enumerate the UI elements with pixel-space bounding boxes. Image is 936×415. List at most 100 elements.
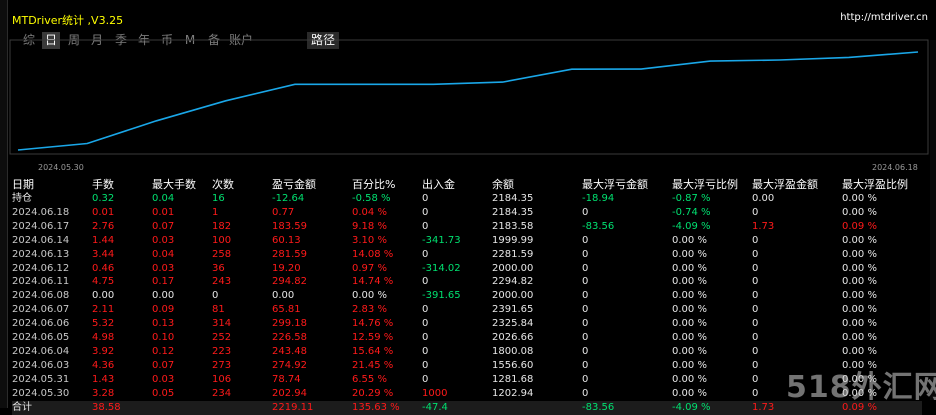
table-cell: 2024.06.12 (12, 262, 70, 274)
left-dock-strip (0, 0, 8, 408)
table-cell: -0.58 % (352, 193, 391, 204)
table-row[interactable]: 2024.06.14 1.44 0.03 100 60.13 3.10 % -341.73 1… (12, 234, 922, 248)
table-cell: 0.09 (152, 304, 175, 316)
table-cell: 1281.68 (492, 373, 534, 385)
column-header[interactable]: 次数 (212, 178, 272, 192)
table-cell: 0.00 % (672, 290, 707, 302)
table-cell: 0.00 (272, 290, 295, 302)
column-header[interactable]: 日期 (12, 178, 92, 192)
table-cell: 0.00 % (672, 345, 707, 357)
table-cell: 0.00 % (672, 318, 707, 330)
position-row[interactable]: 持仓 0.32 0.04 16 -12.64 -0.58 % 0 2184.35 -18.94 -… (12, 192, 922, 206)
table-cell: 0.77 (272, 206, 295, 218)
table-cell: 0.07 (152, 359, 175, 371)
table-cell: 2183.58 (492, 220, 534, 232)
table-cell: 81 (212, 304, 225, 316)
table-cell: 0.00 (752, 193, 775, 204)
table-row[interactable]: 2024.06.12 0.46 0.03 36 19.20 0.97 % -314.02 20… (12, 262, 922, 276)
table-cell: 0 (582, 332, 589, 344)
table-row[interactable]: 2024.06.11 4.75 0.17 243 294.82 14.74 % 0 2294.… (12, 275, 922, 289)
table-cell: 0.17 (152, 276, 175, 288)
column-header[interactable]: 盈亏金额 (272, 178, 352, 192)
table-cell: 78.74 (272, 373, 301, 385)
table-row[interactable]: 2024.06.04 3.92 0.12 223 243.48 15.64 % 0 1800.… (12, 345, 922, 359)
table-cell: 0.46 (92, 262, 115, 274)
column-header[interactable]: 最大浮亏金额 (582, 178, 672, 192)
table-cell: 1556.60 (492, 359, 534, 371)
column-header[interactable]: 出入金 (422, 178, 492, 192)
balance-line-chart (9, 39, 929, 155)
column-header[interactable]: 百分比% (352, 178, 422, 192)
table-row[interactable]: 2024.06.08 0.00 0.00 0 0.00 0.00 % -391.65 2000… (12, 289, 922, 303)
table-cell: 0 (582, 359, 589, 371)
column-header[interactable]: 余额 (492, 178, 582, 192)
table-cell: 106 (212, 373, 232, 385)
table-cell: 9.18 % (352, 220, 387, 232)
table-cell: 0.00 (152, 290, 175, 302)
table-cell: 0 (582, 387, 589, 399)
table-cell: 0 (422, 206, 429, 218)
table-cell: -83.56 (582, 220, 615, 232)
table-cell: 4.75 (92, 276, 115, 288)
table-cell: 281.59 (272, 248, 307, 260)
column-header[interactable]: 最大浮盈金额 (752, 178, 842, 192)
table-row[interactable]: 2024.06.06 5.32 0.13 314 299.18 14.76 % 0 2325.… (12, 317, 922, 331)
balance-series-line (17, 51, 919, 151)
column-header[interactable]: 手数 (92, 178, 152, 192)
table-row[interactable]: 2024.06.13 3.44 0.04 258 281.59 14.08 % 0 2281.… (12, 248, 922, 262)
table-cell: 19.20 (272, 262, 301, 274)
table-cell: 0 (582, 345, 589, 357)
table-cell: 2000.00 (492, 262, 534, 274)
table-cell: 6.55 % (352, 373, 387, 385)
table-cell: 0.00 % (352, 290, 387, 302)
table-cell: 0 (752, 332, 759, 344)
table-cell: 0 (422, 248, 429, 260)
table-cell: 223 (212, 345, 232, 357)
table-cell: 2024.06.17 (12, 220, 70, 232)
table-cell: 2391.65 (492, 304, 534, 316)
table-cell: 15.64 % (352, 345, 394, 357)
table-cell: 0 (582, 304, 589, 316)
table-row[interactable]: 2024.06.17 2.76 0.07 182 183.59 9.18 % 0 2183.5… (12, 220, 922, 234)
table-cell: 243 (212, 276, 232, 288)
table-cell: 0 (752, 262, 759, 274)
table-cell: 0.00 % (842, 332, 877, 344)
table-row[interactable]: 2024.06.18 0.01 0.01 1 0.77 0.04 % 0 2184.35 0 -0… (12, 206, 922, 220)
table-cell: 4.98 (92, 332, 115, 344)
table-cell: 3.44 (92, 248, 115, 260)
column-header[interactable]: 最大浮亏比例 (672, 178, 752, 192)
table-cell: 0 (582, 373, 589, 385)
table-cell: 0.00 % (672, 304, 707, 316)
table-cell: 2294.82 (492, 276, 534, 288)
table-cell: 0.04 (152, 248, 175, 260)
table-cell: 0 (752, 318, 759, 330)
table-cell: 0 (752, 276, 759, 288)
table-cell: 1 (212, 206, 219, 218)
table-cell: 0.00 % (842, 304, 877, 316)
table-cell: 2024.06.11 (12, 276, 70, 288)
table-cell: 294.82 (272, 276, 307, 288)
right-scroll-edge[interactable] (930, 40, 936, 400)
table-cell: 0 (582, 290, 589, 302)
table-cell: 0 (582, 206, 589, 218)
column-header[interactable]: 最大手数 (152, 178, 212, 192)
table-cell: 100 (212, 234, 232, 246)
table-cell: 0.09 % (842, 220, 877, 232)
table-row[interactable]: 2024.06.07 2.11 0.09 81 65.81 2.83 % 0 2391.65 0… (12, 303, 922, 317)
table-cell: -18.94 (582, 193, 615, 204)
table-cell: 0.32 (92, 193, 115, 204)
table-cell: 0.04 % (352, 206, 387, 218)
table-cell: 2024.06.03 (12, 359, 70, 371)
column-header[interactable]: 最大浮盈比例 (842, 178, 922, 192)
table-cell: 14.08 % (352, 248, 394, 260)
table-cell: 0.13 (152, 318, 175, 330)
table-cell: 0.04 (152, 193, 175, 204)
table-cell: -12.64 (272, 193, 305, 204)
table-cell: 0.00 % (842, 262, 877, 274)
table-cell: 3.92 (92, 345, 115, 357)
table-cell: 65.81 (272, 304, 301, 316)
table-cell: 2281.59 (492, 248, 534, 260)
table-cell: 2024.06.06 (12, 318, 70, 330)
table-row[interactable]: 2024.06.05 4.98 0.10 252 226.58 12.59 % 0 2026.… (12, 331, 922, 345)
table-cell: 1202.94 (492, 387, 534, 399)
